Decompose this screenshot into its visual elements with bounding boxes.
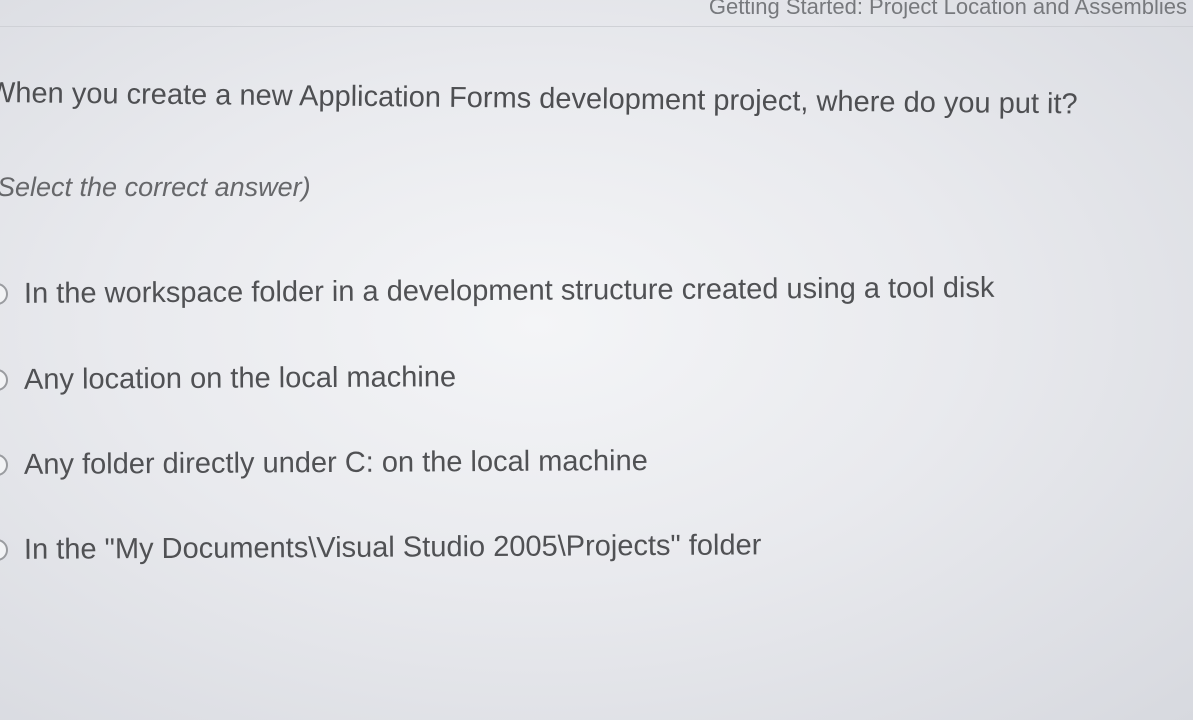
answer-option-2[interactable]: Any location on the local machine [0, 355, 456, 402]
answer-option-label: In the "My Documents\Visual Studio 2005\… [23, 528, 762, 566]
radio-button-icon[interactable] [0, 453, 9, 477]
answer-option-label: In the workspace folder in a development… [23, 271, 995, 310]
page-header-title: Getting Started: Project Location and As… [708, 0, 1187, 19]
answer-option-3[interactable]: Any folder directly under C: on the loca… [0, 439, 648, 487]
answer-option-1[interactable]: In the workspace folder in a development… [0, 266, 995, 316]
header-strip: Getting Started: Project Location and As… [0, 0, 1193, 27]
answer-option-label: Any folder directly under C: on the loca… [23, 444, 648, 481]
answer-option-label: Any location on the local machine [23, 360, 457, 396]
radio-button-icon[interactable] [0, 538, 9, 562]
answer-instruction: (Select the correct answer) [0, 172, 311, 202]
question-text: When you create a new Application Forms … [0, 77, 1078, 121]
radio-button-icon[interactable] [0, 368, 9, 392]
radio-button-icon[interactable] [0, 282, 9, 306]
answer-option-4[interactable]: In the "My Documents\Visual Studio 2005\… [0, 523, 762, 572]
